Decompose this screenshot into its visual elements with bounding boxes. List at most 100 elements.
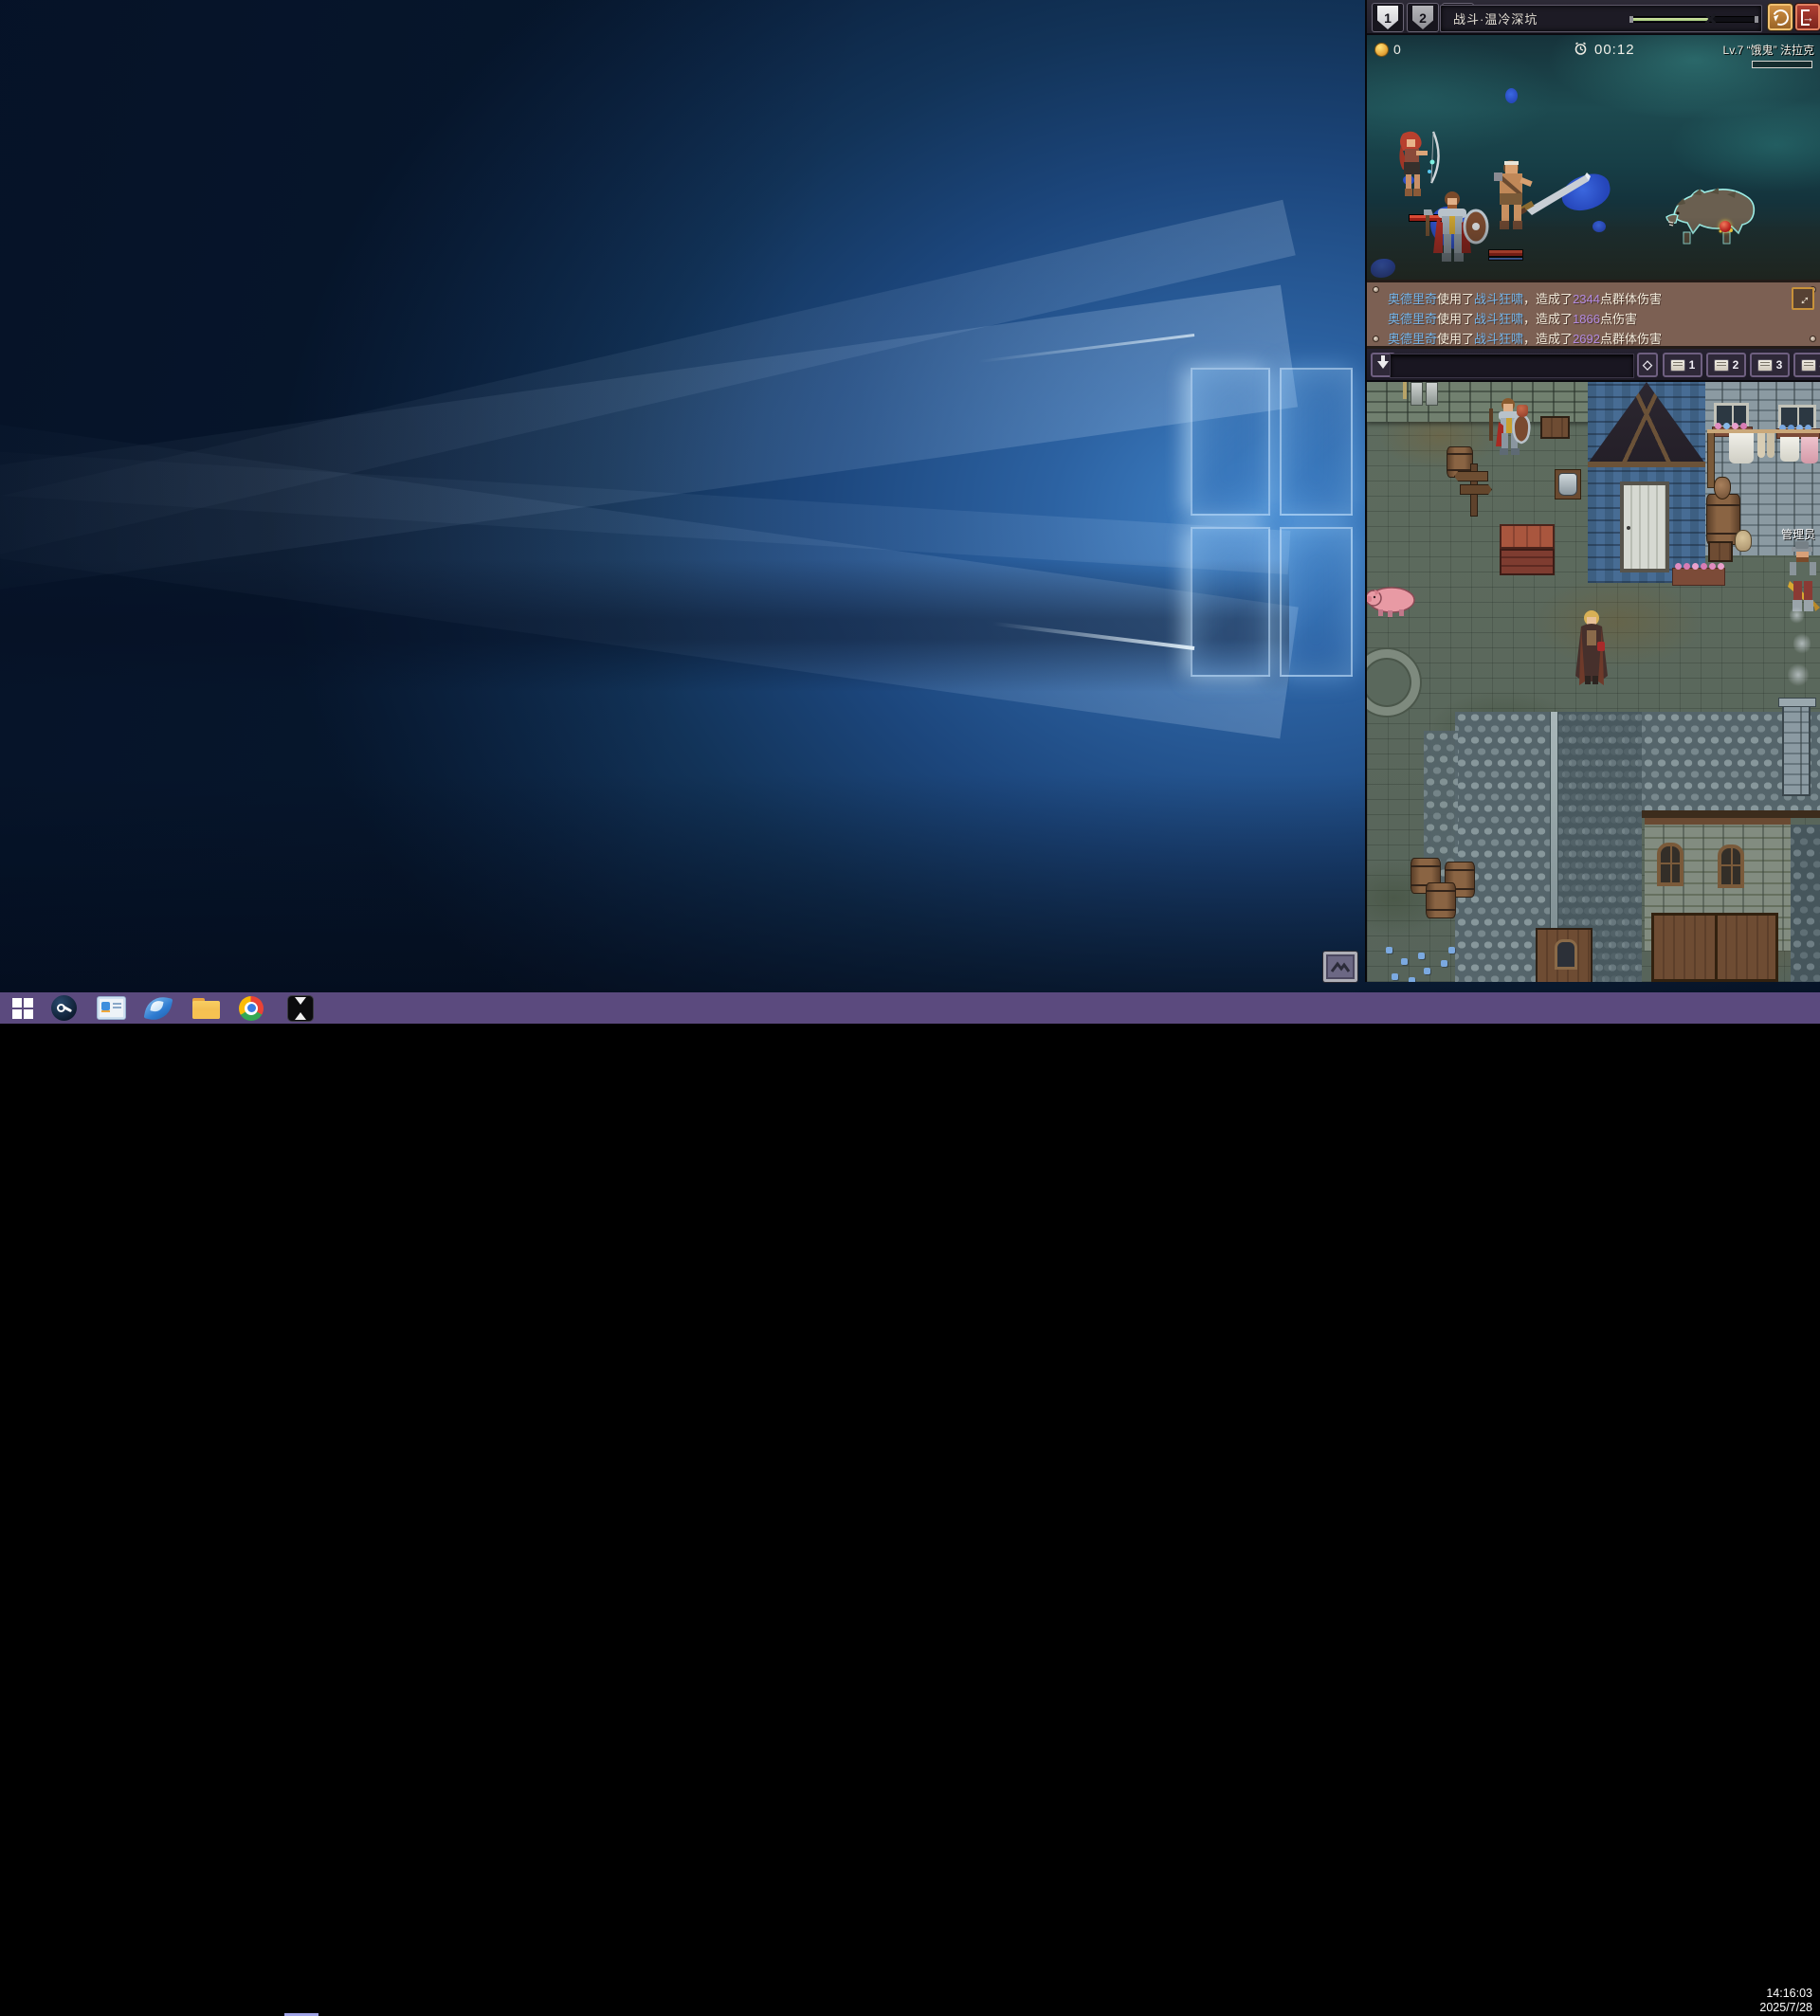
post bbox=[1403, 382, 1407, 399]
game-toolbar: ◇ 1 2 3 4 bbox=[1367, 349, 1820, 382]
game-window[interactable]: 1 2 战斗·温冷深坑 bbox=[1365, 0, 1820, 982]
contacts-card-icon bbox=[97, 996, 126, 1020]
loot-potion[interactable] bbox=[1720, 221, 1731, 232]
taskbar: 14:16:03 2025/7/28 bbox=[0, 992, 1820, 1024]
screw-icon bbox=[1373, 336, 1379, 342]
hanging-cloth bbox=[1780, 437, 1799, 462]
door-knob bbox=[1627, 526, 1630, 530]
pig-sprite[interactable] bbox=[1367, 583, 1416, 617]
window-pane-top-right bbox=[1280, 368, 1353, 516]
taskbar-steam-icon[interactable] bbox=[45, 995, 82, 1021]
toolbar-tray bbox=[1390, 354, 1634, 378]
enemy-health-bar bbox=[1752, 61, 1812, 68]
petal-icon bbox=[144, 993, 173, 1023]
gold-count: 0 bbox=[1393, 42, 1401, 57]
barrel bbox=[1426, 882, 1456, 918]
player-character-sprite[interactable] bbox=[1574, 609, 1610, 685]
taskbar-contacts-app-icon[interactable] bbox=[92, 995, 130, 1021]
screw-icon bbox=[1810, 336, 1816, 342]
hanging-sack bbox=[1767, 433, 1774, 458]
battle-scene[interactable]: 0 00:12 Lv.7 “饿鬼” 法拉克 bbox=[1367, 35, 1820, 280]
slot-3-label: 3 bbox=[1776, 358, 1783, 372]
red-pot bbox=[1517, 405, 1528, 417]
window-pane-bottom-right bbox=[1280, 527, 1353, 677]
sack bbox=[1735, 530, 1752, 552]
shield-1-icon: 1 bbox=[1377, 6, 1398, 29]
town-map[interactable]: 管理员 bbox=[1367, 382, 1820, 982]
alarm-clock-icon bbox=[1574, 42, 1588, 56]
armor-stand bbox=[1553, 469, 1581, 505]
statue bbox=[1410, 382, 1423, 406]
shield-slot1-button[interactable]: 1 bbox=[1372, 3, 1404, 32]
taskbar-petal-app-icon[interactable] bbox=[139, 995, 177, 1021]
arched-window bbox=[1657, 843, 1684, 886]
slider-thumb[interactable] bbox=[1703, 12, 1717, 26]
taskbar-file-explorer-icon[interactable] bbox=[187, 995, 225, 1021]
knight-npc-sprite[interactable] bbox=[1487, 397, 1537, 465]
scroll-icon bbox=[1801, 359, 1816, 372]
clock-time: 14:16:03 bbox=[1759, 1987, 1812, 2001]
taskbar-hourglass-app-icon[interactable] bbox=[282, 995, 319, 1021]
refresh-icon bbox=[1770, 7, 1791, 27]
hanging-cloth bbox=[1729, 433, 1754, 463]
jug bbox=[1714, 477, 1731, 499]
blue-flower bbox=[1448, 947, 1455, 954]
gem-button[interactable]: ◇ bbox=[1637, 353, 1658, 377]
screw-icon bbox=[1373, 286, 1379, 293]
zone-label: 战斗·温冷深坑 bbox=[1453, 9, 1538, 27]
blue-flower bbox=[1424, 968, 1430, 974]
speed-slider[interactable] bbox=[1630, 16, 1757, 23]
stone-circle bbox=[1367, 649, 1420, 716]
blue-flower bbox=[1386, 947, 1392, 954]
exit-button[interactable]: → bbox=[1795, 4, 1820, 30]
scroll-icon bbox=[1757, 359, 1773, 372]
barbarian-hero-sprite[interactable] bbox=[1469, 156, 1592, 251]
gold-coin-icon bbox=[1374, 43, 1389, 57]
wolf-enemy-sprite[interactable] bbox=[1661, 183, 1759, 249]
start-button[interactable] bbox=[4, 995, 42, 1021]
team-slot-3-button[interactable]: 3 bbox=[1750, 353, 1790, 377]
taskbar-clock[interactable]: 14:16:03 2025/7/28 bbox=[1759, 1987, 1812, 2015]
gable-beam bbox=[1588, 462, 1705, 467]
overlay-toggle-button[interactable] bbox=[1323, 952, 1357, 982]
taskbar-chrome-icon[interactable] bbox=[232, 995, 270, 1021]
log-line: 奥德里奇使用了战斗狂啸，造成了2692点群体伤害 bbox=[1388, 329, 1662, 347]
statue bbox=[1426, 382, 1438, 406]
shield-2-icon: 2 bbox=[1412, 6, 1433, 29]
blue-flower bbox=[1441, 960, 1447, 967]
expand-log-button[interactable]: ↔ bbox=[1792, 287, 1814, 310]
battle-hud: 0 00:12 Lv.7 “饿鬼” 法拉克 bbox=[1367, 40, 1820, 59]
team-slot-1-button[interactable]: 1 bbox=[1663, 353, 1702, 377]
slider-fill bbox=[1633, 18, 1711, 21]
smoke-puff bbox=[1790, 606, 1804, 625]
flower-planter bbox=[1672, 568, 1725, 586]
blue-flower bbox=[1409, 977, 1415, 982]
roof-ridge bbox=[1550, 712, 1558, 939]
roof-eave bbox=[1642, 810, 1820, 818]
team-slot-2-button[interactable]: 2 bbox=[1706, 353, 1746, 377]
barbarian-hp-bar bbox=[1488, 249, 1523, 257]
paint-splatter bbox=[1505, 88, 1518, 103]
refresh-button[interactable] bbox=[1768, 4, 1793, 30]
signpost[interactable] bbox=[1454, 463, 1492, 515]
shield-slot2-button[interactable]: 2 bbox=[1407, 3, 1439, 32]
blue-flower bbox=[1392, 973, 1398, 980]
chimney-cap bbox=[1778, 698, 1816, 707]
paint-splatter bbox=[1371, 259, 1395, 278]
log-line: 奥德里奇使用了战斗狂啸，造成了2344点群体伤害 bbox=[1388, 289, 1662, 307]
combat-log: ↔ 奥德里奇使用了战斗狂啸，造成了2344点群体伤害 奥德里奇使用了战斗狂啸，造… bbox=[1367, 280, 1820, 349]
house-doors[interactable] bbox=[1651, 913, 1778, 982]
gem-icon: ◇ bbox=[1643, 357, 1652, 372]
down-arrow-icon bbox=[1377, 361, 1389, 374]
house-beam bbox=[1645, 818, 1791, 825]
team-slot-4-button[interactable]: 4 bbox=[1793, 353, 1820, 377]
window-pane-top-left bbox=[1191, 368, 1270, 516]
chimney bbox=[1782, 701, 1811, 796]
paint-splatter bbox=[1592, 221, 1606, 232]
windows-logo-icon bbox=[12, 998, 33, 1019]
slot-1-label: 1 bbox=[1689, 358, 1696, 372]
blue-flower bbox=[1418, 953, 1425, 959]
zone-select[interactable]: 战斗·温冷深坑 bbox=[1440, 5, 1762, 32]
steam-icon bbox=[51, 995, 77, 1021]
shield-slot2-label: 2 bbox=[1419, 10, 1427, 26]
